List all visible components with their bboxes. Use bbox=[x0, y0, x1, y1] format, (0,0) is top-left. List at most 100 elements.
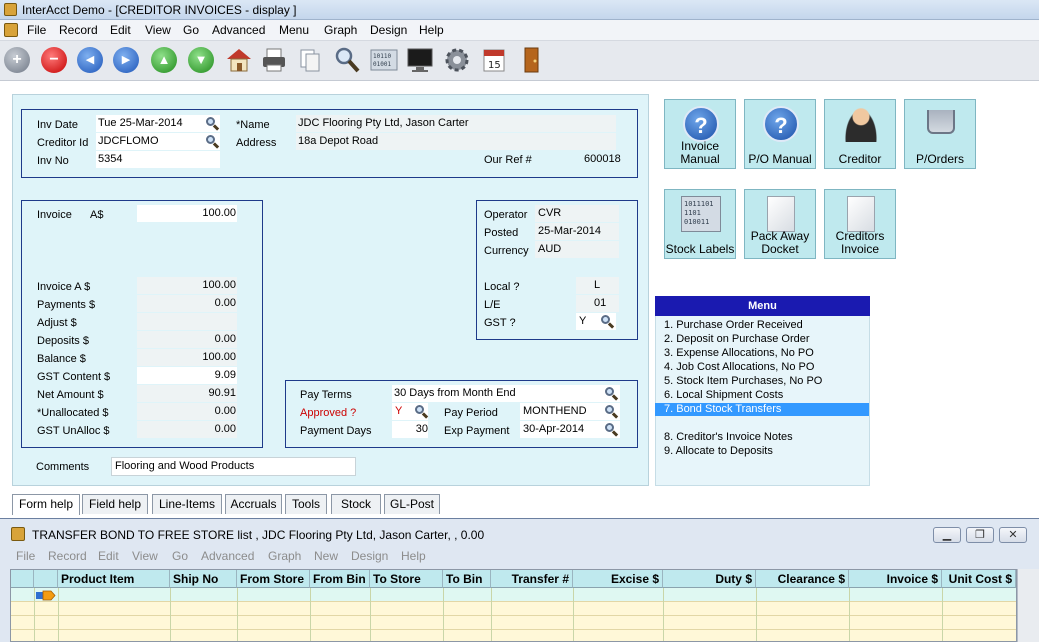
col-from-store[interactable]: From Store bbox=[237, 570, 310, 588]
delete-icon[interactable]: − bbox=[41, 47, 67, 73]
col-transfer-no[interactable]: Transfer # bbox=[491, 570, 573, 588]
close-button[interactable]: ✕ bbox=[999, 527, 1027, 543]
down-icon[interactable]: ▼ bbox=[188, 47, 214, 73]
tab-tools[interactable]: Tools bbox=[285, 494, 327, 514]
tab-gl-post[interactable]: GL-Post bbox=[384, 494, 440, 514]
col-excise[interactable]: Excise $ bbox=[573, 570, 663, 588]
settings-icon[interactable] bbox=[442, 45, 472, 75]
shopping-cart-icon bbox=[927, 110, 955, 134]
submenu-file[interactable]: File bbox=[16, 549, 35, 563]
table-row[interactable] bbox=[11, 588, 1016, 602]
help-icon: ? bbox=[763, 106, 799, 142]
invoice-manual-button[interactable]: ? Invoice Manual bbox=[664, 99, 736, 169]
app-icon bbox=[4, 3, 17, 16]
col-clearance[interactable]: Clearance $ bbox=[756, 570, 849, 588]
menu-item-7[interactable]: 7. Bond Stock Transfers bbox=[655, 403, 869, 416]
menu-file[interactable]: File bbox=[27, 23, 46, 37]
copy-icon[interactable] bbox=[295, 45, 325, 75]
pack-away-docket-button[interactable]: Pack Away Docket bbox=[744, 189, 816, 259]
tab-form-help[interactable]: Form help bbox=[12, 494, 80, 515]
adjust-label: Adjust $ bbox=[37, 317, 77, 329]
submenu-help[interactable]: Help bbox=[401, 549, 426, 563]
menu-item-2[interactable]: 2. Deposit on Purchase Order bbox=[664, 333, 869, 346]
menu-go[interactable]: Go bbox=[183, 23, 199, 37]
table-row[interactable] bbox=[11, 630, 1016, 641]
col-to-store[interactable]: To Store bbox=[370, 570, 443, 588]
tab-field-help[interactable]: Field help bbox=[82, 494, 148, 514]
col-from-bin[interactable]: From Bin bbox=[310, 570, 370, 588]
approved-lookup-icon[interactable] bbox=[414, 405, 429, 419]
print-icon[interactable] bbox=[259, 45, 289, 75]
col-to-bin[interactable]: To Bin bbox=[443, 570, 491, 588]
po-manual-button[interactable]: ? P/O Manual bbox=[744, 99, 816, 169]
creditors-invoice-button[interactable]: Creditors Invoice bbox=[824, 189, 896, 259]
submenu-graph[interactable]: Graph bbox=[268, 549, 301, 563]
menu-item-8[interactable]: 8. Creditor's Invoice Notes bbox=[664, 431, 869, 444]
col-unit-cost[interactable]: Unit Cost $ bbox=[942, 570, 1016, 588]
creditor-button[interactable]: Creditor bbox=[824, 99, 896, 169]
menu-item-1[interactable]: 1. Purchase Order Received bbox=[664, 319, 869, 332]
inv-date-value: Tue 25-Mar-2014 bbox=[98, 117, 183, 129]
col-invoice[interactable]: Invoice $ bbox=[849, 570, 942, 588]
menu-item-3[interactable]: 3. Expense Allocations, No PO bbox=[664, 347, 869, 360]
pay-terms-lookup-icon[interactable] bbox=[604, 387, 619, 401]
menu-record[interactable]: Record bbox=[59, 23, 98, 37]
invoice-label: Invoice bbox=[37, 209, 72, 221]
previous-icon[interactable]: ◀ bbox=[77, 47, 103, 73]
submenu-edit[interactable]: Edit bbox=[98, 549, 119, 563]
exit-door-icon[interactable] bbox=[516, 45, 546, 75]
next-icon[interactable]: ▶ bbox=[113, 47, 139, 73]
docket-paper-icon bbox=[767, 196, 795, 232]
menu-help[interactable]: Help bbox=[419, 23, 444, 37]
document-icon[interactable] bbox=[4, 23, 18, 37]
submenu-design[interactable]: Design bbox=[351, 549, 388, 563]
submenu-record[interactable]: Record bbox=[48, 549, 87, 563]
submenu-new[interactable]: New bbox=[314, 549, 338, 563]
creditor-lookup-icon[interactable] bbox=[205, 135, 220, 149]
exp-payment-lookup-icon[interactable] bbox=[604, 423, 619, 437]
submenu-view[interactable]: View bbox=[132, 549, 158, 563]
gst-label: GST ? bbox=[484, 317, 516, 329]
stock-labels-button[interactable]: 1011101 1101 010011 Stock Labels bbox=[664, 189, 736, 259]
gst-lookup-icon[interactable] bbox=[600, 315, 615, 329]
col-duty[interactable]: Duty $ bbox=[663, 570, 756, 588]
table-row[interactable] bbox=[11, 602, 1016, 616]
binary-icon[interactable]: 10110 01001 bbox=[369, 45, 399, 75]
inv-date-lookup-icon[interactable] bbox=[205, 117, 220, 131]
restore-button[interactable]: ❐ bbox=[966, 527, 994, 543]
tab-line-items[interactable]: Line-Items bbox=[152, 494, 222, 514]
monitor-icon[interactable] bbox=[405, 45, 435, 75]
posted-value: 25-Mar-2014 bbox=[538, 225, 601, 237]
pay-period-lookup-icon[interactable] bbox=[604, 405, 619, 419]
operator-label: Operator bbox=[484, 209, 528, 221]
add-icon[interactable]: + bbox=[4, 47, 30, 73]
search-icon[interactable] bbox=[332, 45, 362, 75]
menu-item-6[interactable]: 6. Local Shipment Costs bbox=[664, 389, 869, 402]
up-icon[interactable]: ▲ bbox=[151, 47, 177, 73]
table-row[interactable] bbox=[11, 616, 1016, 630]
menu-edit[interactable]: Edit bbox=[110, 23, 131, 37]
menu-item-9[interactable]: 9. Allocate to Deposits bbox=[664, 445, 869, 458]
menu-menu[interactable]: Menu bbox=[279, 23, 309, 37]
tab-accruals[interactable]: Accruals bbox=[225, 494, 282, 514]
p-orders-button[interactable]: P/Orders bbox=[904, 99, 976, 169]
minimize-button[interactable]: ▁ bbox=[933, 527, 961, 543]
submenu-advanced[interactable]: Advanced bbox=[201, 549, 254, 563]
po-manual-label: P/O Manual bbox=[748, 152, 812, 166]
menu-graph[interactable]: Graph bbox=[324, 23, 357, 37]
home-icon[interactable] bbox=[224, 45, 254, 75]
col-product-item[interactable]: Product Item bbox=[58, 570, 170, 588]
menu-item-4[interactable]: 4. Job Cost Allocations, No PO bbox=[664, 361, 869, 374]
menu-item-5[interactable]: 5. Stock Item Purchases, No PO bbox=[664, 375, 869, 388]
submenu-go[interactable]: Go bbox=[172, 549, 188, 563]
invoice-a-value: 100.00 bbox=[202, 279, 236, 291]
balance-label: Balance $ bbox=[37, 353, 86, 365]
grid-vertical-scrollbar[interactable] bbox=[1017, 569, 1039, 642]
menu-view[interactable]: View bbox=[145, 23, 171, 37]
menu-design[interactable]: Design bbox=[370, 23, 407, 37]
calendar-icon[interactable]: 15 bbox=[479, 45, 509, 75]
col-ship-no[interactable]: Ship No bbox=[170, 570, 237, 588]
menu-advanced[interactable]: Advanced bbox=[212, 23, 265, 37]
invoice-manual-label-2: Manual bbox=[680, 152, 720, 166]
tab-stock[interactable]: Stock bbox=[331, 494, 381, 514]
